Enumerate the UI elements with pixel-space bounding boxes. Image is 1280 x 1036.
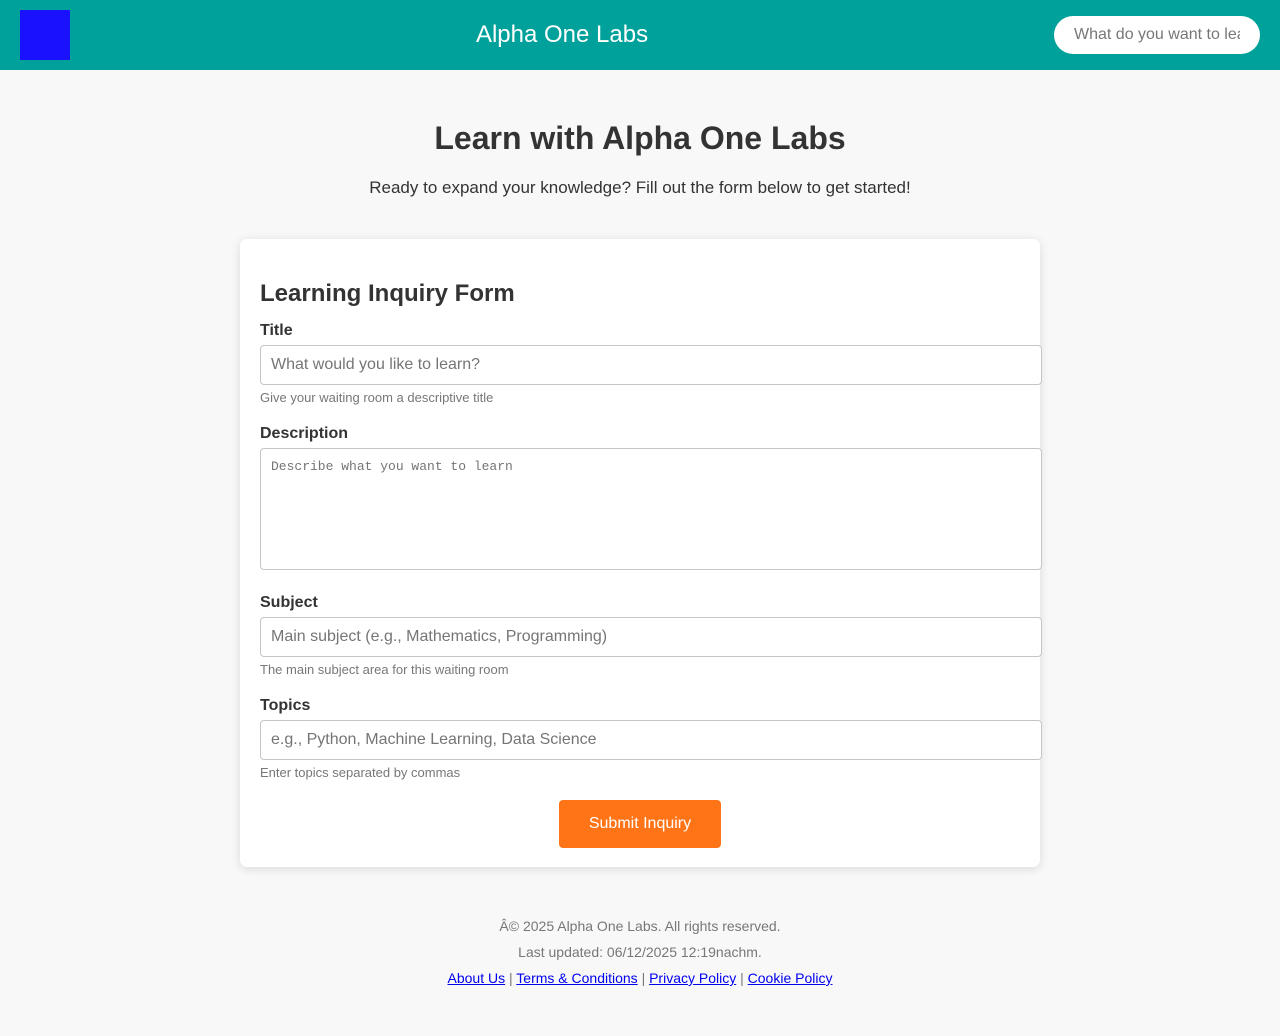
footer-separator: | [509,970,513,986]
form-title: Learning Inquiry Form [260,280,515,307]
page-subtitle: Ready to expand your knowledge? Fill out… [369,178,911,197]
last-updated-text: Last updated: 06/12/2025 12:19nachm. [518,944,762,960]
description-label: Description [260,425,349,442]
title-label: Title [260,322,293,339]
terms-conditions-link[interactable]: Terms & Conditions [516,970,637,986]
site-title[interactable]: Alpha One Labs [0,20,1124,50]
topics-help-text: Enter topics separated by commas [260,765,461,780]
search-input[interactable] [1054,16,1260,54]
title-input[interactable] [260,345,1042,385]
page-title: Learn with Alpha One Labs [434,120,846,156]
cookie-policy-link[interactable]: Cookie Policy [748,970,833,986]
about-us-link[interactable]: About Us [448,970,506,986]
footer-separator: | [740,970,744,986]
description-textarea[interactable] [260,448,1042,570]
footer-links: About Us | Terms & Conditions | Privacy … [0,969,1280,987]
subject-label: Subject [260,594,318,611]
title-help-text: Give your waiting room a descriptive tit… [260,390,494,405]
subject-input[interactable] [260,617,1042,657]
privacy-policy-link[interactable]: Privacy Policy [649,970,736,986]
footer-separator: | [641,970,646,986]
inquiry-form-card: Learning Inquiry Form Title Give your wa… [240,239,1042,867]
topics-input[interactable] [260,720,1042,760]
subject-help-text: The main subject area for this waiting r… [260,662,509,677]
topics-label: Topics [260,697,311,714]
copyright-text: Â© 2025 Alpha One Labs. All rights reser… [499,918,781,934]
top-navbar: Alpha One Labs [0,0,1280,70]
submit-inquiry-button[interactable]: Submit Inquiry [559,800,721,848]
